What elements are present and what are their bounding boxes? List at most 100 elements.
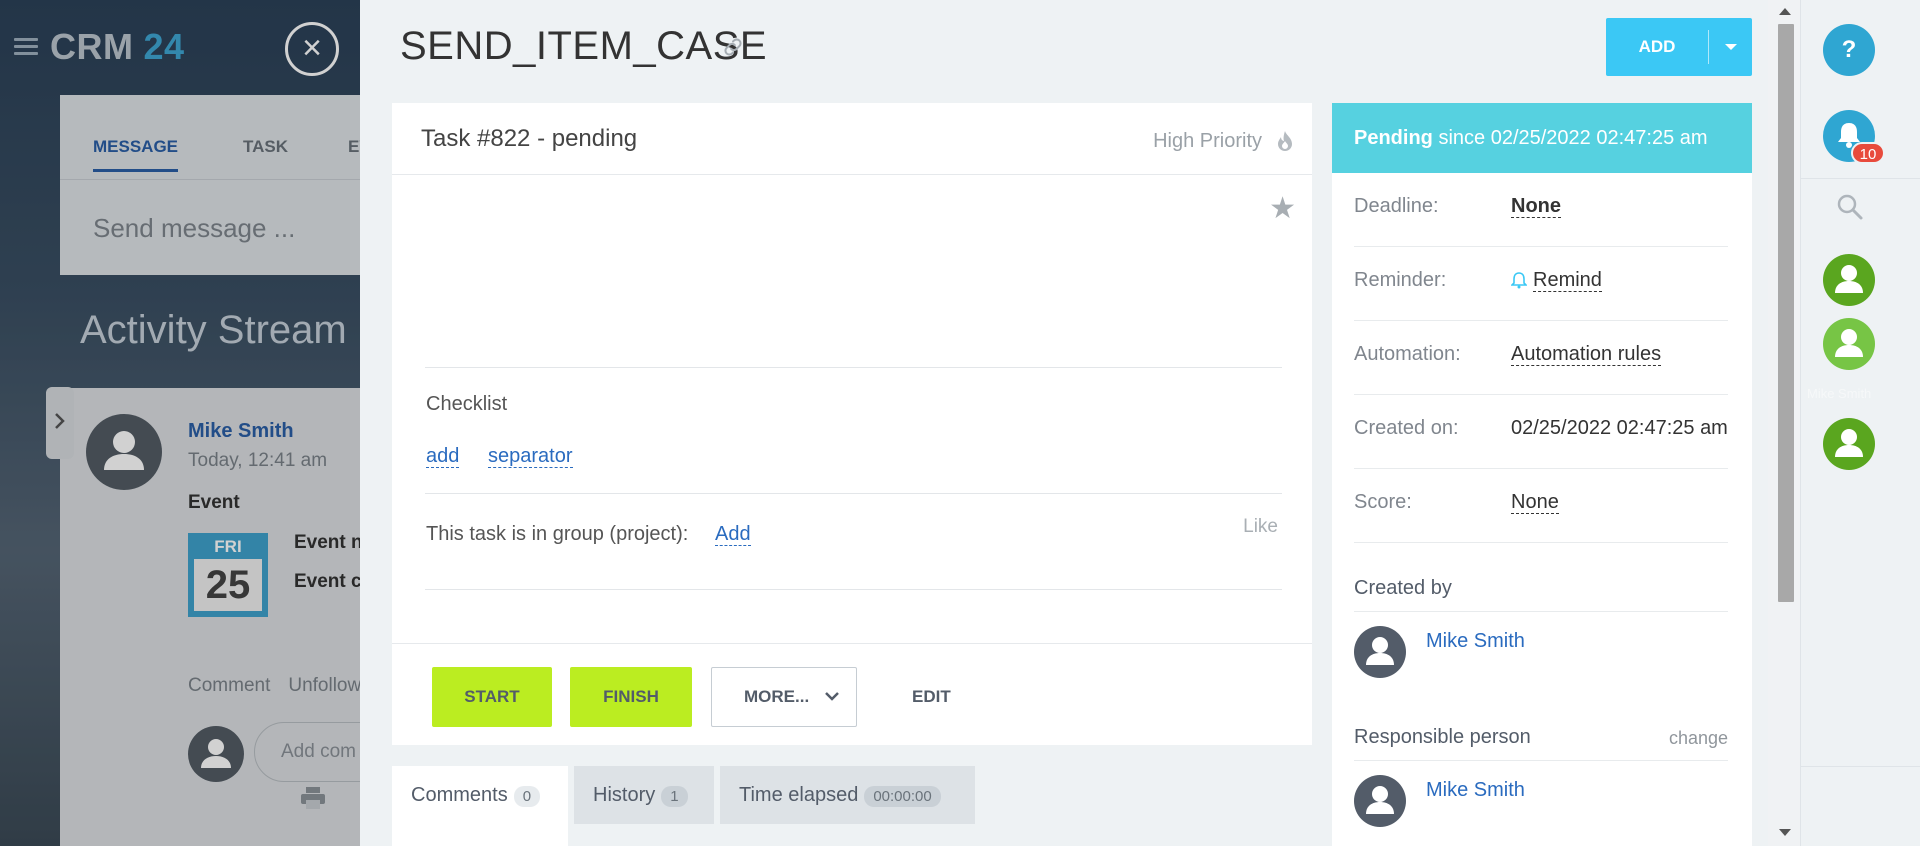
- contact-avatar[interactable]: [1823, 318, 1875, 370]
- change-responsible-link[interactable]: change: [1669, 728, 1728, 749]
- responsible-title: Responsible person: [1354, 726, 1531, 748]
- deadline-label: Deadline:: [1354, 195, 1439, 217]
- user-icon: [1366, 637, 1394, 665]
- post-type: Event: [188, 492, 240, 513]
- printer-icon[interactable]: [300, 786, 326, 810]
- user-icon: [1835, 429, 1863, 457]
- automation-label: Automation:: [1354, 343, 1461, 365]
- post-author[interactable]: Mike Smith: [188, 420, 294, 443]
- tab-history-count: 1: [661, 786, 688, 807]
- avatar[interactable]: [86, 414, 162, 490]
- contact-avatar[interactable]: [1823, 254, 1875, 306]
- avatar[interactable]: [1354, 775, 1406, 827]
- sidebar-toggle[interactable]: [46, 387, 74, 459]
- created-by-title: Created by: [1354, 577, 1452, 599]
- task-header: Task #822 - pending High Priority: [392, 103, 1312, 175]
- menu-icon[interactable]: [14, 38, 38, 56]
- link-icon[interactable]: [722, 36, 744, 58]
- automation-row: Automation: Automation rules: [1354, 321, 1728, 395]
- task-card: Task #822 - pending High Priority ★ Chec…: [392, 103, 1312, 745]
- tab-task[interactable]: TASK: [243, 137, 288, 157]
- message-input[interactable]: Send message ...: [93, 213, 295, 244]
- close-icon: ×: [302, 29, 322, 67]
- background-page: CRM24 × MESSAGE TASK EV Send message ...…: [0, 0, 360, 846]
- score-label: Score:: [1354, 491, 1412, 513]
- score-value[interactable]: None: [1511, 491, 1559, 514]
- calendar-icon: FRI 25: [188, 533, 268, 617]
- automation-rules-link[interactable]: Automation rules: [1511, 343, 1662, 366]
- task-slider: SEND_ITEM_CASE ADD Task #822 - pending H…: [360, 0, 1800, 846]
- flame-icon[interactable]: [1276, 130, 1294, 152]
- remind-link[interactable]: Remind: [1533, 269, 1602, 292]
- add-button[interactable]: ADD: [1606, 18, 1752, 76]
- start-button[interactable]: START: [432, 667, 552, 727]
- tab-history[interactable]: History 1: [574, 766, 714, 824]
- group-add-link[interactable]: Add: [715, 523, 751, 546]
- user-icon: [104, 431, 144, 470]
- like-link[interactable]: Like: [1243, 516, 1278, 538]
- divider: [1801, 766, 1920, 767]
- more-button[interactable]: MORE...: [711, 667, 857, 727]
- tab-history-label: History: [593, 784, 656, 806]
- tab-event[interactable]: EV: [348, 137, 360, 157]
- chevron-right-icon: [55, 413, 65, 429]
- add-button-label[interactable]: ADD: [1606, 18, 1708, 76]
- avatar: [188, 726, 244, 782]
- star-icon[interactable]: ★: [1269, 191, 1296, 226]
- calendar-date: 25: [194, 559, 262, 611]
- user-icon: [1835, 329, 1863, 357]
- more-button-label: MORE...: [744, 687, 810, 706]
- scroll-up-arrow[interactable]: [1779, 8, 1791, 15]
- created-on-value: 02/25/2022 02:47:25 am: [1511, 417, 1728, 439]
- reminder-value[interactable]: Remind: [1511, 269, 1602, 292]
- finish-button[interactable]: FINISH: [570, 667, 692, 727]
- reminder-label: Reminder:: [1354, 269, 1447, 291]
- tab-comments-label: Comments: [411, 784, 508, 806]
- checklist-add-link[interactable]: add: [426, 445, 460, 468]
- scrollbar-thumb[interactable]: [1778, 24, 1794, 602]
- tab-comments[interactable]: Comments 0: [392, 766, 568, 846]
- divider: [425, 367, 1282, 368]
- divider: [425, 493, 1282, 494]
- divider: [1801, 178, 1920, 179]
- chevron-down-icon[interactable]: [1709, 18, 1752, 76]
- reminder-row: Reminder: Remind: [1354, 247, 1728, 321]
- right-rail: ? 10 Mike Smith: [1800, 0, 1920, 846]
- page-title: SEND_ITEM_CASE: [400, 24, 768, 68]
- deadline-value[interactable]: None: [1511, 195, 1561, 218]
- avatar[interactable]: [1354, 626, 1406, 678]
- bell-icon: [1511, 272, 1527, 289]
- divider: [425, 589, 1282, 590]
- priority-label[interactable]: High Priority: [1153, 130, 1262, 153]
- created-on-row: Created on: 02/25/2022 02:47:25 am: [1354, 395, 1728, 469]
- task-title: Task #822 - pending: [421, 125, 638, 152]
- edit-button[interactable]: EDIT: [912, 667, 951, 727]
- tab-message[interactable]: MESSAGE: [93, 137, 179, 172]
- responsible-name[interactable]: Mike Smith: [1426, 779, 1525, 802]
- comment-input[interactable]: Add com: [254, 722, 360, 782]
- unfollow-link[interactable]: Unfollow: [288, 675, 360, 696]
- checklist-separator-link[interactable]: separator: [488, 445, 573, 468]
- created-by-name[interactable]: Mike Smith: [1426, 630, 1525, 653]
- group-label: This task is in group (project):: [426, 523, 689, 545]
- post-actions: Comment Unfollow: [188, 675, 360, 697]
- help-button[interactable]: ?: [1823, 24, 1875, 76]
- scrollbar[interactable]: [1768, 0, 1800, 846]
- created-on-label: Created on:: [1354, 417, 1459, 439]
- scroll-down-arrow[interactable]: [1779, 829, 1791, 836]
- divider: [1354, 611, 1728, 612]
- post-time: Today, 12:41 am: [188, 450, 328, 471]
- notifications-button[interactable]: 10: [1823, 110, 1885, 164]
- stream-post: Mike Smith Today, 12:41 am Event FRI 25 …: [60, 388, 360, 846]
- close-slider-button[interactable]: ×: [285, 22, 339, 76]
- search-icon[interactable]: [1835, 192, 1865, 222]
- brand-logo[interactable]: CRM 24: [50, 26, 185, 68]
- comment-link[interactable]: Comment: [188, 675, 270, 696]
- task-actions: START FINISH MORE... EDIT: [392, 643, 1312, 745]
- user-icon: [201, 739, 231, 768]
- user-icon: [1835, 265, 1863, 293]
- contact-avatar[interactable]: [1823, 418, 1875, 470]
- tab-time-elapsed[interactable]: Time elapsed 00:00:00: [720, 766, 975, 824]
- calendar-day: FRI: [214, 537, 242, 556]
- background-topbar: CRM 24 ×: [0, 0, 360, 95]
